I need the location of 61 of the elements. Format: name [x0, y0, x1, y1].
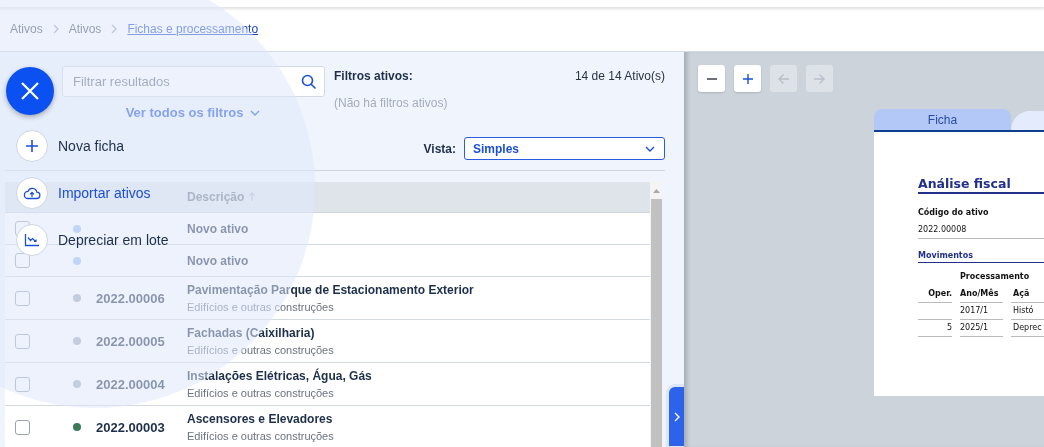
status-dot [73, 294, 81, 302]
document-tab[interactable]: Ficha [874, 109, 1011, 130]
chart-down-icon [24, 233, 40, 247]
menu-item[interactable]: Importar ativos [16, 177, 151, 209]
arrow-right-icon [814, 73, 825, 84]
status-dot [73, 224, 81, 233]
expand-button[interactable] [669, 387, 684, 446]
status-dot [73, 337, 81, 345]
column-header: Oper. [918, 284, 952, 303]
asset-title: Instalações Elétricas, Água, Gás [187, 369, 373, 383]
arrow-left-icon [778, 73, 789, 84]
asset-category: Edifícios e outras construções [187, 301, 335, 313]
plus-icon [742, 73, 753, 84]
menu-item[interactable]: Nova ficha [16, 130, 125, 162]
status-dot [73, 256, 81, 265]
minus-icon [706, 77, 717, 80]
zoom-in-button[interactable] [734, 65, 761, 92]
group-heading: Processamento [960, 272, 1031, 281]
row-checkbox[interactable] [15, 419, 30, 435]
plus-icon [25, 139, 39, 153]
row-checkbox[interactable] [15, 290, 30, 306]
cloud-upload-icon [23, 186, 41, 200]
asset-code: 2022.00004 [95, 376, 165, 392]
field-value: 2022.00008 [918, 225, 1044, 239]
section-heading: Movimentos [918, 251, 1044, 263]
asset-code: 2022.00005 [95, 333, 165, 349]
view-label: Vista: [423, 141, 456, 156]
empty-filters-text: (Não há filtros ativos) [334, 96, 449, 110]
filters-title: Filtros ativos: [334, 69, 413, 83]
asset-title: Fachadas (Caixilharia) [187, 326, 316, 340]
row-checkbox[interactable] [15, 333, 30, 349]
view-select[interactable]: Simples [464, 137, 665, 160]
close-icon [20, 81, 40, 101]
column-header: Ano/Mês [960, 284, 1003, 303]
asset-title: Ascensores e Elevadores [187, 412, 334, 426]
arrow-up-icon [653, 188, 660, 193]
asset-title: Novo ativo [187, 221, 250, 236]
column-header: Açã [1011, 284, 1044, 303]
menu-item[interactable]: Depreciar em lote [16, 224, 169, 256]
asset-category: Edifícios e outras construções [187, 430, 335, 442]
result-count: 14 de 14 Ativo(s) [574, 69, 665, 83]
asset-code: 2022.00003 [95, 419, 165, 435]
table-cell: 2025/1 [960, 322, 989, 332]
status-dot [73, 380, 81, 388]
table-cell: 5 [946, 322, 952, 332]
document-heading: Análise fiscal [918, 176, 1044, 194]
asset-code: 2022.00006 [95, 290, 165, 306]
asset-title: Novo ativo [187, 253, 250, 268]
row-checkbox[interactable] [15, 376, 30, 392]
asset-category: Edifícios e outras construções [187, 387, 335, 399]
table-cell: 2017/1 [960, 305, 989, 315]
table-cell: Deprec [1013, 322, 1042, 332]
asset-category: Edifícios e outras construções [187, 344, 335, 356]
row-checkbox[interactable] [15, 253, 30, 268]
search-icon [301, 74, 317, 90]
asset-title: Pavimentação Parque de Estacionamento Exterior [187, 283, 475, 297]
zoom-out-button[interactable] [698, 65, 725, 92]
field-label: Código do ativo [918, 208, 990, 217]
search-field[interactable]: Filtrar resultados [62, 66, 325, 97]
scrollbar[interactable] [650, 182, 663, 447]
table-cell: Histó [1013, 305, 1034, 315]
